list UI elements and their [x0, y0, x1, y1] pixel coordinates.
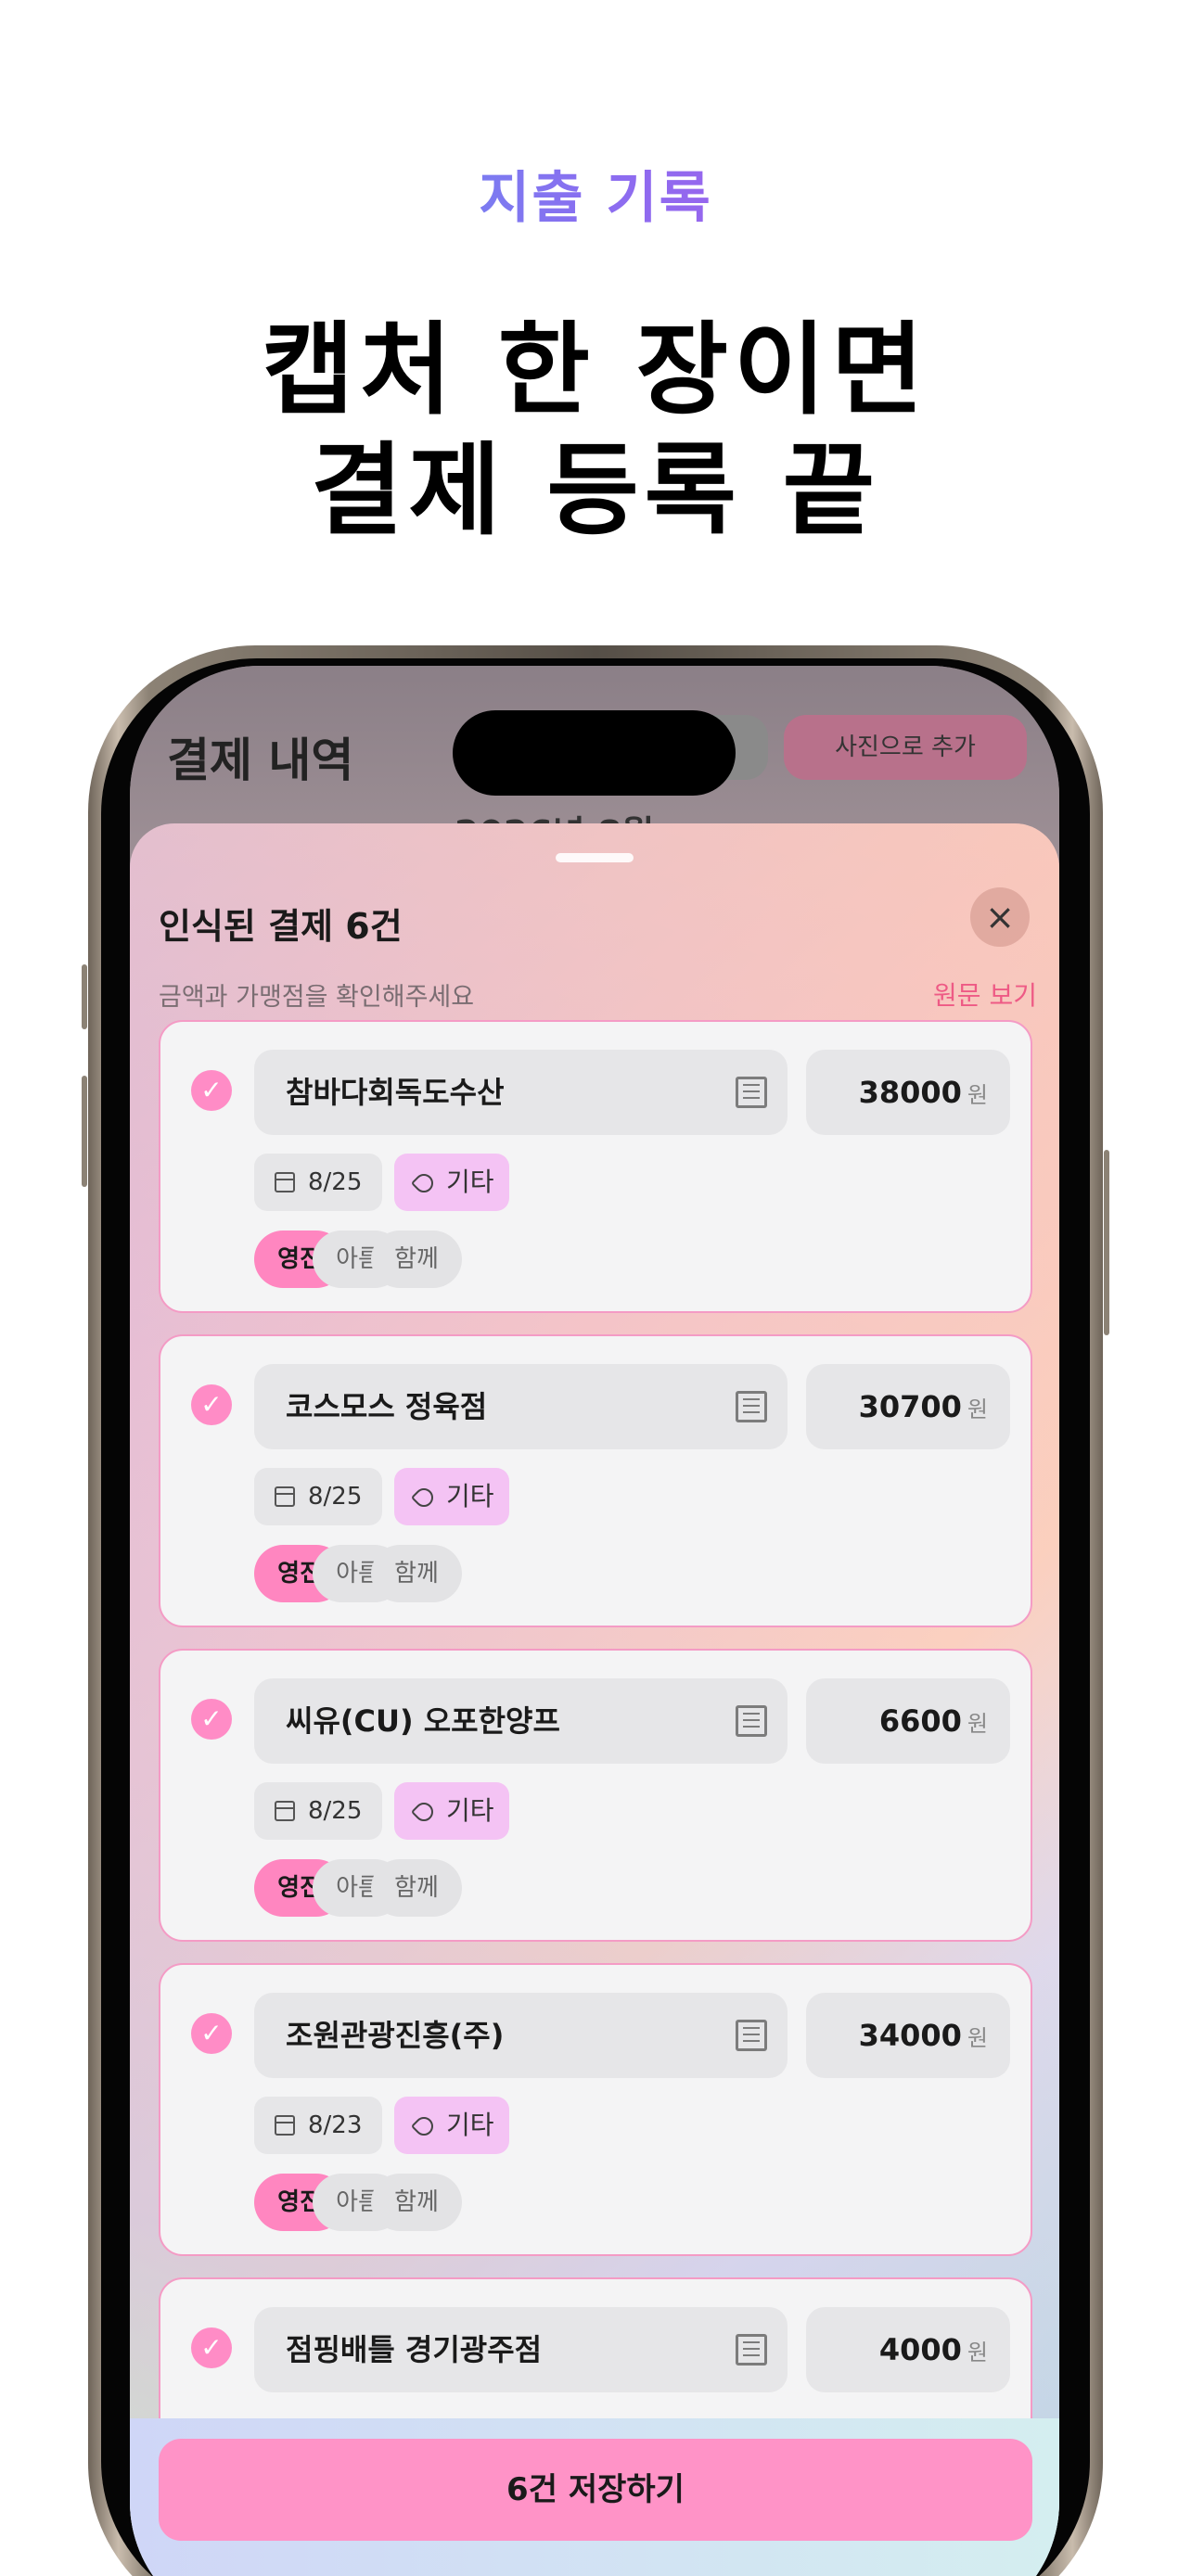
date-value: 8/25	[308, 1168, 363, 1196]
phone-volume-up	[82, 1076, 87, 1187]
save-button[interactable]: 6건 저장하기	[159, 2439, 1032, 2541]
category-chip[interactable]: 기타	[394, 2097, 509, 2154]
currency-label: 원	[967, 1082, 988, 1108]
amount-field[interactable]: 38000 원	[806, 1050, 1010, 1135]
amount-value: 4000	[878, 2332, 962, 2367]
receipt-icon[interactable]	[736, 1077, 767, 1108]
currency-label: 원	[967, 2025, 988, 2051]
check-icon[interactable]: ✓	[191, 2327, 232, 2368]
check-icon[interactable]: ✓	[191, 2013, 232, 2054]
calendar-icon	[275, 2115, 295, 2136]
merchant-field[interactable]: 점핑배틀 경기광주점	[254, 2307, 788, 2392]
category-chip[interactable]: 기타	[394, 1782, 509, 1840]
headline-line-2: 결제 등록 끝	[311, 433, 880, 549]
date-value: 8/25	[308, 1797, 363, 1825]
category-chip[interactable]: 기타	[394, 1468, 509, 1525]
page: 지출 기록 캡처 한 장이면 결제 등록 끝 결제 내역 사진으로 추가 202…	[0, 0, 1191, 2576]
merchant-name: 점핑배틀 경기광주점	[286, 2332, 543, 2367]
date-chip[interactable]: 8/25	[254, 1154, 382, 1211]
merchant-name: 씨유(CU) 오포한양프	[286, 1703, 560, 1739]
amount-value: 30700	[858, 1389, 962, 1424]
person-chip[interactable]: 함께	[371, 2174, 462, 2231]
sheet-title: 인식된 결제 6건	[159, 906, 403, 947]
merchant-name: 조원관광진흥(주)	[286, 2018, 505, 2053]
receipt-icon[interactable]	[736, 1705, 767, 1737]
payment-card: ✓ 코스모스 정육점 30700 원 8/25 기타 영진 아름 함께	[159, 1334, 1032, 1627]
merchant-field[interactable]: 참바다회독도수산	[254, 1050, 788, 1135]
category-chip[interactable]: 기타	[394, 1154, 509, 1211]
background-add-button: 사진으로 추가	[784, 715, 1027, 780]
headline-line-1: 캡처 한 장이면	[262, 312, 929, 428]
sheet-handle[interactable]	[556, 853, 634, 862]
check-icon[interactable]: ✓	[191, 1384, 232, 1425]
check-icon[interactable]: ✓	[191, 1070, 232, 1111]
person-chip[interactable]: 함께	[371, 1545, 462, 1602]
amount-value: 6600	[878, 1703, 962, 1739]
category-value: 기타	[446, 1481, 494, 1511]
merchant-field[interactable]: 조원관광진흥(주)	[254, 1993, 788, 2078]
amount-field[interactable]: 30700 원	[806, 1364, 1010, 1449]
tag-icon	[410, 1169, 438, 1197]
background-title: 결제 내역	[167, 733, 354, 787]
tag-icon	[410, 1484, 438, 1511]
date-chip[interactable]: 8/25	[254, 1782, 382, 1840]
amount-field[interactable]: 6600 원	[806, 1678, 1010, 1764]
result-sheet: 인식된 결제 6건 × 금액과 가맹점을 확인해주세요 원문 보기 ✓ 참바다회독…	[130, 823, 1059, 2576]
phone-power-button	[1104, 1150, 1109, 1335]
check-icon[interactable]: ✓	[191, 1699, 232, 1740]
date-value: 8/23	[308, 2111, 363, 2139]
calendar-icon	[275, 1172, 295, 1192]
phone-screen: 결제 내역 사진으로 추가 2026년 8월 인식된 결제 6건 × 금액과 가…	[130, 666, 1059, 2576]
feature-tag: 지출 기록	[0, 153, 1191, 234]
calendar-icon	[275, 1801, 295, 1821]
amount-value: 38000	[858, 1075, 962, 1110]
dynamic-island	[453, 710, 736, 796]
tag-icon	[410, 1798, 438, 1826]
category-value: 기타	[446, 1167, 494, 1197]
amount-field[interactable]: 34000 원	[806, 1993, 1010, 2078]
date-chip[interactable]: 8/23	[254, 2097, 382, 2154]
category-value: 기타	[446, 1795, 494, 1826]
calendar-icon	[275, 1486, 295, 1507]
amount-value: 34000	[858, 2018, 962, 2053]
payment-card: ✓ 씨유(CU) 오포한양프 6600 원 8/25 기타 영진 아름 함께	[159, 1649, 1032, 1942]
category-value: 기타	[446, 2110, 494, 2140]
tag-icon	[410, 2112, 438, 2140]
currency-label: 원	[967, 1396, 988, 1422]
person-chip[interactable]: 함께	[371, 1859, 462, 1917]
currency-label: 원	[967, 2340, 988, 2366]
payment-card: ✓ 참바다회독도수산 38000 원 8/25 기타 영진 아름 함께	[159, 1020, 1032, 1313]
receipt-icon[interactable]	[736, 2334, 767, 2366]
payment-card: ✓ 조원관광진흥(주) 34000 원 8/23 기타 영진 아름 함께	[159, 1963, 1032, 2256]
currency-label: 원	[967, 1711, 988, 1737]
headline: 캡처 한 장이면 결제 등록 끝	[0, 311, 1191, 552]
date-value: 8/25	[308, 1483, 363, 1511]
sheet-subtitle: 금액과 가맹점을 확인해주세요	[159, 983, 475, 1012]
view-original-link[interactable]: 원문 보기	[933, 976, 1037, 1013]
phone-side-button	[82, 964, 87, 1029]
receipt-icon[interactable]	[736, 2020, 767, 2051]
receipt-icon[interactable]	[736, 1391, 767, 1422]
person-chip[interactable]: 함께	[371, 1231, 462, 1288]
merchant-name: 코스모스 정육점	[286, 1389, 488, 1424]
amount-field[interactable]: 4000 원	[806, 2307, 1010, 2392]
close-icon[interactable]: ×	[970, 887, 1030, 947]
merchant-name: 참바다회독도수산	[286, 1075, 505, 1110]
date-chip[interactable]: 8/25	[254, 1468, 382, 1525]
merchant-field[interactable]: 씨유(CU) 오포한양프	[254, 1678, 788, 1764]
merchant-field[interactable]: 코스모스 정육점	[254, 1364, 788, 1449]
